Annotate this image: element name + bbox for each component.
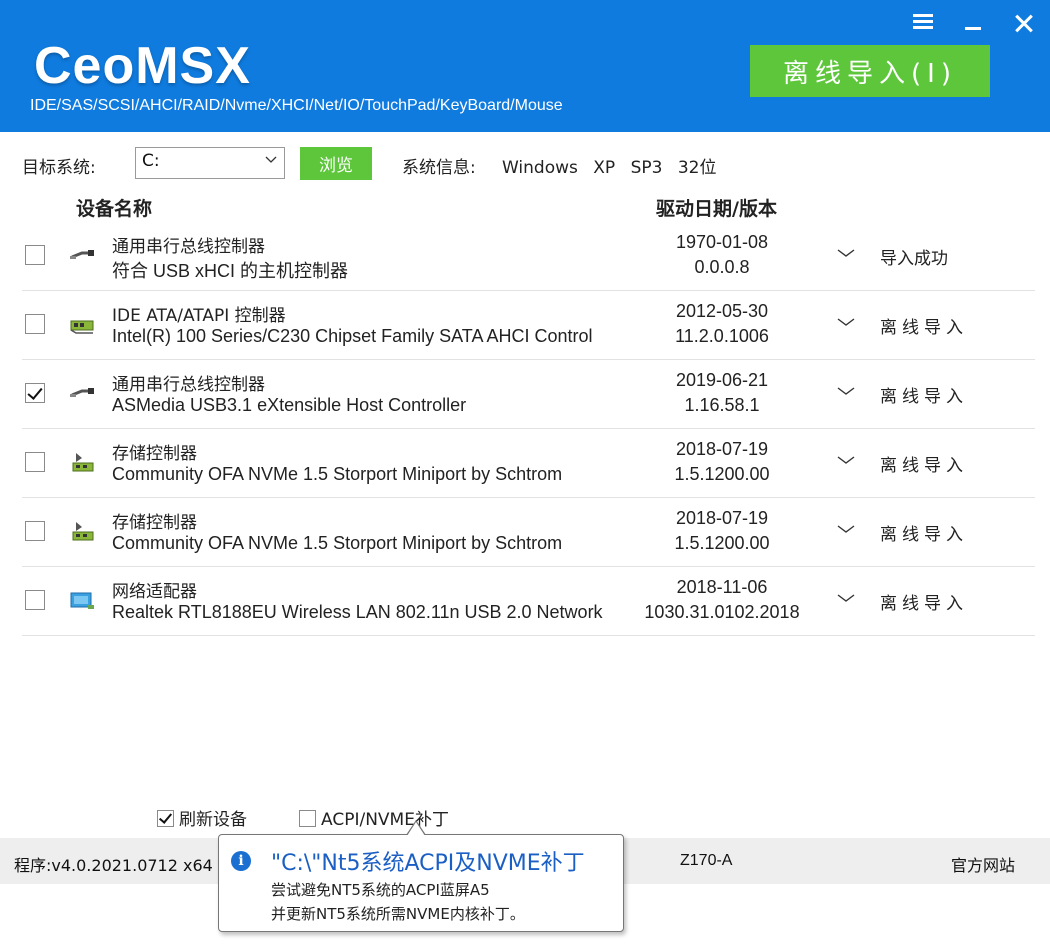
storage-controller-icon xyxy=(68,518,96,544)
minimize-icon[interactable] xyxy=(962,14,984,34)
refresh-devices-option[interactable]: 刷新设备 xyxy=(157,805,247,830)
acpi-patch-tooltip: i "C:\"Nt5系统ACPI及NVME补丁 尝试避免NT5系统的ACPI蓝屏… xyxy=(218,834,624,932)
device-name: Community OFA NVMe 1.5 Storport Miniport… xyxy=(112,464,563,484)
device-action[interactable]: 离线导入 xyxy=(880,451,968,476)
device-category: 通用串行总线控制器 xyxy=(112,237,265,257)
device-row[interactable]: 通用串行总线控制器符合 USB xHCI 的主机控制器 1970-01-08 0.0… xyxy=(22,222,1035,291)
column-header-device-name: 设备名称 xyxy=(76,198,153,220)
usb-icon xyxy=(68,242,96,268)
driver-date: 2018-11-06 xyxy=(676,577,768,597)
driver-version: 1030.31.0102.2018 xyxy=(644,602,800,622)
device-checkbox[interactable] xyxy=(25,452,45,472)
device-category: 存储控制器 xyxy=(112,444,197,464)
device-checkbox[interactable] xyxy=(25,314,45,334)
target-system-select[interactable]: C: xyxy=(135,147,285,179)
acpi-nvme-patch-checkbox[interactable] xyxy=(299,810,316,827)
chevron-down-icon[interactable] xyxy=(836,592,856,604)
chevron-down-icon[interactable] xyxy=(836,247,856,259)
chevron-down-icon xyxy=(265,156,277,163)
app-window: CeoMSX IDE/SAS/SCSI/AHCI/RAID/Nvme/XHCI/… xyxy=(0,0,1050,945)
driver-date: 2012-05-30 xyxy=(675,301,769,321)
refresh-devices-label: 刷新设备 xyxy=(179,810,247,830)
device-name: Realtek RTL8188EU Wireless LAN 802.11n U… xyxy=(112,602,603,622)
tooltip-line-1: 尝试避免NT5系统的ACPI蓝屏A5 xyxy=(271,881,490,899)
device-row[interactable]: 存储控制器 Community OFA NVMe 1.5 Storport Min… xyxy=(22,498,1035,567)
driver-version: 0.0.0.8 xyxy=(694,257,750,277)
tooltip-title: "C:\"Nt5系统ACPI及NVME补丁 xyxy=(271,851,585,876)
driver-version: 11.2.0.1006 xyxy=(675,326,769,346)
acpi-nvme-patch-label: ACPI/NVME补丁 xyxy=(321,810,449,830)
program-version: 程序:v4.0.2021.0712 x64 xyxy=(14,856,213,875)
chevron-down-icon[interactable] xyxy=(836,316,856,328)
storage-controller-icon xyxy=(68,449,96,475)
device-name: Community OFA NVMe 1.5 Storport Miniport… xyxy=(112,533,563,553)
chevron-down-icon[interactable] xyxy=(836,385,856,397)
motherboard-model: Z170-A xyxy=(680,852,733,869)
device-checkbox[interactable] xyxy=(25,590,45,610)
device-action[interactable]: 离线导入 xyxy=(880,313,968,338)
device-checkbox[interactable] xyxy=(25,245,45,265)
chevron-down-icon[interactable] xyxy=(836,523,856,535)
browse-button[interactable]: 浏览 xyxy=(300,147,372,180)
device-category: IDE ATA/ATAPI 控制器 xyxy=(112,306,286,326)
device-category: 网络适配器 xyxy=(112,582,197,602)
info-icon: i xyxy=(231,851,251,871)
network-adapter-icon xyxy=(68,587,96,613)
column-header-driver-date: 驱动日期/版本 xyxy=(656,198,777,220)
acpi-nvme-patch-option[interactable]: ACPI/NVME补丁 xyxy=(299,805,449,830)
driver-date: 1970-01-08 xyxy=(675,232,769,252)
refresh-devices-checkbox[interactable] xyxy=(157,810,174,827)
device-category: 通用串行总线控制器 xyxy=(112,375,265,395)
device-name: Intel(R) 100 Series/C230 Chipset Family … xyxy=(112,326,593,346)
device-row[interactable]: IDE ATA/ATAPI 控制器 Intel(R) 100 Series/C23… xyxy=(22,291,1035,360)
ide-controller-icon xyxy=(68,311,96,337)
close-icon[interactable] xyxy=(1012,12,1036,36)
tooltip-line-2: 并更新NT5系统所需NVME内核补丁。 xyxy=(271,905,525,923)
device-action[interactable]: 离线导入 xyxy=(880,520,968,545)
device-category: 存储控制器 xyxy=(112,513,197,533)
target-system-label: 目标系统: xyxy=(22,158,96,178)
device-row[interactable]: 通用串行总线控制器 ASMedia USB3.1 eXtensible Host … xyxy=(22,360,1035,429)
supported-devices-subtitle: IDE/SAS/SCSI/AHCI/RAID/Nvme/XHCI/Net/IO/… xyxy=(30,97,563,114)
driver-version: 1.5.1200.00 xyxy=(674,533,770,553)
device-row[interactable]: 存储控制器 Community OFA NVMe 1.5 Storport Min… xyxy=(22,429,1035,498)
target-system-value: C: xyxy=(142,151,160,171)
official-website-link[interactable]: 官方网站 xyxy=(951,852,1015,876)
menu-icon[interactable] xyxy=(912,12,934,32)
usb-icon xyxy=(68,380,96,406)
header-banner: CeoMSX IDE/SAS/SCSI/AHCI/RAID/Nvme/XHCI/… xyxy=(0,0,1050,132)
device-name: ASMedia USB3.1 eXtensible Host Controlle… xyxy=(112,395,467,415)
device-row[interactable]: 网络适配器 Realtek RTL8188EU Wireless LAN 802.… xyxy=(22,567,1035,636)
app-logo: CeoMSX xyxy=(34,37,251,95)
device-action[interactable]: 离线导入 xyxy=(880,589,968,614)
device-checkbox[interactable] xyxy=(25,521,45,541)
chevron-down-icon[interactable] xyxy=(836,454,856,466)
driver-date: 2019-06-21 xyxy=(675,370,769,390)
driver-date: 2018-07-19 xyxy=(675,508,769,528)
driver-date: 2018-07-19 xyxy=(675,439,769,459)
device-action[interactable]: 离线导入 xyxy=(880,382,968,407)
device-checkbox[interactable] xyxy=(25,383,45,403)
driver-version: 1.16.58.1 xyxy=(684,395,760,415)
driver-version: 1.5.1200.00 xyxy=(674,464,770,484)
device-action[interactable]: 导入成功 xyxy=(880,244,948,269)
tooltip-pointer-inner xyxy=(407,822,425,836)
system-info-label: 系统信息: xyxy=(402,158,476,178)
system-info-value: Windows XP SP3 32位 xyxy=(502,158,717,178)
device-name: 符合 USB xHCI 的主机控制器 xyxy=(112,261,349,281)
offline-import-button[interactable]: 离线导入(I) xyxy=(750,45,990,97)
